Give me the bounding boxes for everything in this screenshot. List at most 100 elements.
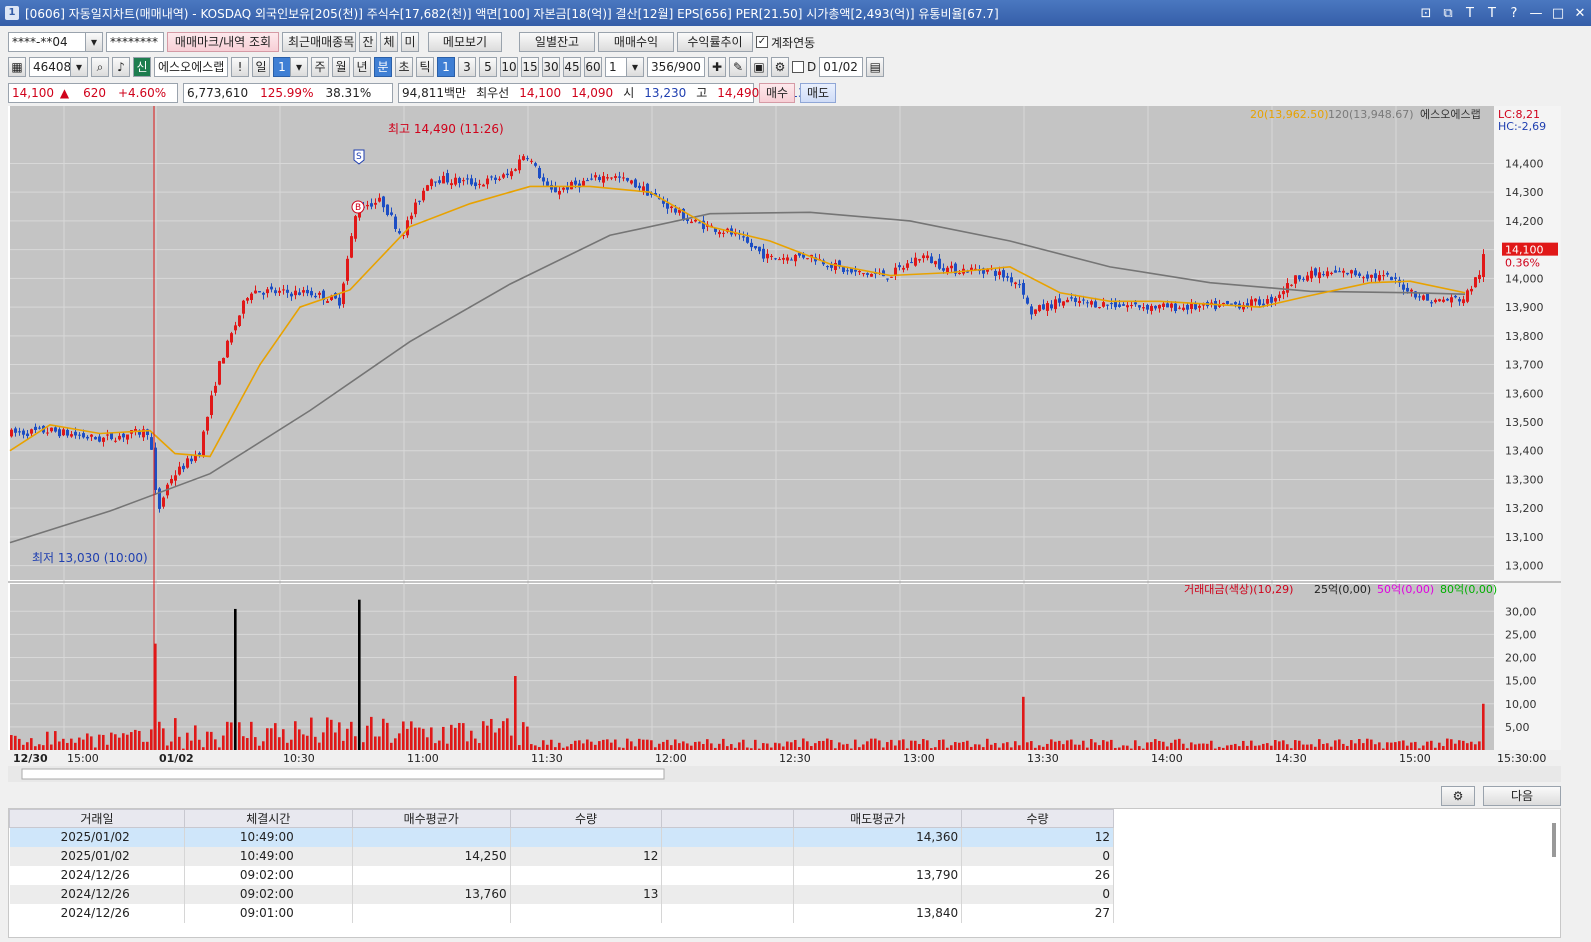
- volume-bar: [982, 747, 985, 750]
- help-icon[interactable]: ?: [1507, 6, 1521, 21]
- text-icon[interactable]: T: [1485, 6, 1499, 21]
- column-header[interactable]: 수량: [509, 809, 663, 828]
- volume-bar: [710, 743, 713, 750]
- period-second[interactable]: 초: [395, 57, 413, 77]
- minute-45[interactable]: 45: [563, 57, 581, 77]
- period-day[interactable]: 일: [252, 57, 270, 77]
- calendar-icon[interactable]: ▤: [866, 57, 885, 77]
- volume-bar: [754, 739, 757, 750]
- code-dropdown-icon[interactable]: ▾: [70, 57, 88, 77]
- count-input[interactable]: 1: [605, 57, 627, 77]
- volume-bar: [674, 739, 677, 750]
- unexecuted-button[interactable]: 미: [401, 32, 419, 52]
- trade-marks-button[interactable]: 매매마크/내역 조회: [167, 32, 279, 52]
- recent-trades-button[interactable]: 최근매매종목: [282, 32, 356, 52]
- buy-button[interactable]: 매수: [759, 83, 795, 103]
- y-tick-label: 13,000: [1505, 560, 1544, 573]
- column-header[interactable]: 수량: [961, 809, 1114, 828]
- memo-button[interactable]: 메모보기: [428, 32, 502, 52]
- minute-10[interactable]: 10: [500, 57, 518, 77]
- executed-button[interactable]: 체: [380, 32, 398, 52]
- next-button[interactable]: 다음: [1483, 786, 1561, 806]
- volume-bar: [1374, 744, 1377, 750]
- date-checkbox[interactable]: [792, 61, 804, 73]
- candle-body: [778, 259, 781, 261]
- cascade-icon[interactable]: ⧉: [1441, 6, 1455, 21]
- table-row[interactable]: 2024/12/26 09:02:00 13,760 13 0: [9, 884, 1114, 904]
- save-icon[interactable]: ▣: [750, 57, 768, 77]
- candle-body: [234, 325, 237, 331]
- candle-body: [1194, 303, 1197, 310]
- period-minute[interactable]: 분: [374, 57, 392, 77]
- screen-icon[interactable]: ⊡: [1419, 6, 1433, 21]
- minimize-icon[interactable]: —: [1529, 6, 1543, 21]
- candle-body: [314, 295, 317, 298]
- daily-balance-button[interactable]: 일별잔고: [519, 32, 595, 52]
- minute-1[interactable]: 1: [437, 57, 455, 77]
- volume-bar: [206, 731, 209, 750]
- alert-button[interactable]: !: [231, 57, 249, 77]
- settings-icon[interactable]: ⚙: [771, 57, 789, 77]
- view-range-field[interactable]: 356/900: [647, 57, 705, 77]
- chart-menu-icon[interactable]: ▦: [8, 57, 26, 77]
- grid-scrollbar[interactable]: [1552, 823, 1556, 857]
- close-icon[interactable]: ✕: [1573, 6, 1587, 21]
- count-dropdown-icon[interactable]: ▾: [626, 57, 644, 77]
- volume-bar: [338, 722, 341, 750]
- volume-bar: [866, 741, 869, 750]
- minute-15[interactable]: 15: [521, 57, 539, 77]
- balance-button[interactable]: 잔: [359, 32, 377, 52]
- password-field[interactable]: ********: [106, 32, 164, 52]
- volume-bar: [1438, 742, 1441, 750]
- period-dropdown-icon[interactable]: ▾: [290, 57, 308, 77]
- draw-tool-icon[interactable]: ✎: [729, 57, 747, 77]
- candle-body: [170, 478, 173, 484]
- candle-body: [438, 180, 441, 183]
- minute-5[interactable]: 5: [479, 57, 497, 77]
- return-trend-button[interactable]: 수익률추이: [677, 32, 753, 52]
- table-row[interactable]: 2024/12/26 09:02:00 13,790 26: [9, 865, 1114, 885]
- period-year[interactable]: 년: [353, 57, 371, 77]
- account-dropdown-icon[interactable]: ▾: [85, 32, 103, 52]
- stock-code-input[interactable]: 464080: [29, 57, 79, 77]
- column-header[interactable]: 거래일: [9, 809, 185, 828]
- table-row[interactable]: 2025/01/02 10:49:00 14,250 12 0: [9, 846, 1114, 866]
- date-input[interactable]: 01/02: [819, 57, 864, 77]
- table-row[interactable]: 2024/12/26 09:01:00 13,840 27: [9, 903, 1114, 923]
- crosshair-icon[interactable]: ✚: [708, 57, 726, 77]
- volume-bar: [1310, 744, 1313, 750]
- maximize-icon[interactable]: □: [1551, 6, 1565, 21]
- account-select[interactable]: ****-**04: [8, 32, 86, 52]
- candle-body: [430, 179, 433, 187]
- column-header[interactable]: 체결시간: [183, 809, 353, 828]
- column-header[interactable]: [661, 809, 795, 828]
- volume-bar: [1050, 739, 1053, 750]
- search-icon[interactable]: ⌕: [91, 57, 109, 77]
- account-link-checkbox[interactable]: ✓: [756, 36, 768, 48]
- volume-bar: [926, 740, 929, 750]
- minute-60[interactable]: 60: [584, 57, 602, 77]
- volume-bar: [514, 676, 517, 750]
- candle-body: [946, 267, 949, 273]
- period-tick[interactable]: 틱: [416, 57, 434, 77]
- trade-profit-button[interactable]: 매매수익: [598, 32, 674, 52]
- gear-icon[interactable]: ⚙: [1441, 786, 1475, 806]
- speaker-icon[interactable]: ♪: [112, 57, 130, 77]
- font-icon[interactable]: T: [1463, 6, 1477, 21]
- candle-body: [478, 183, 481, 185]
- minute-3[interactable]: 3: [458, 57, 476, 77]
- trade-history-grid[interactable]: 거래일 체결시간 매수평균가 수량 매도평균가 수량 2025/01/02 10:49:00…: [8, 808, 1561, 938]
- chart-area[interactable]: 13,000 13,100 13,200 13,300 13,400 13,500 13,6…: [8, 106, 1561, 782]
- table-row[interactable]: 2025/01/02 10:49:00 14,360 12: [9, 827, 1114, 847]
- column-header[interactable]: 매수평균가: [351, 809, 511, 828]
- minute-30[interactable]: 30: [542, 57, 560, 77]
- volume-bar: [562, 747, 565, 750]
- period-month[interactable]: 월: [332, 57, 350, 77]
- period-day-count[interactable]: 1: [273, 57, 291, 77]
- period-week[interactable]: 주: [311, 57, 329, 77]
- column-header[interactable]: 매도평균가: [793, 809, 963, 828]
- volume-bar: [90, 736, 93, 750]
- candle-body: [758, 246, 761, 252]
- sell-button[interactable]: 매도: [800, 83, 836, 103]
- candle-body: [418, 200, 421, 202]
